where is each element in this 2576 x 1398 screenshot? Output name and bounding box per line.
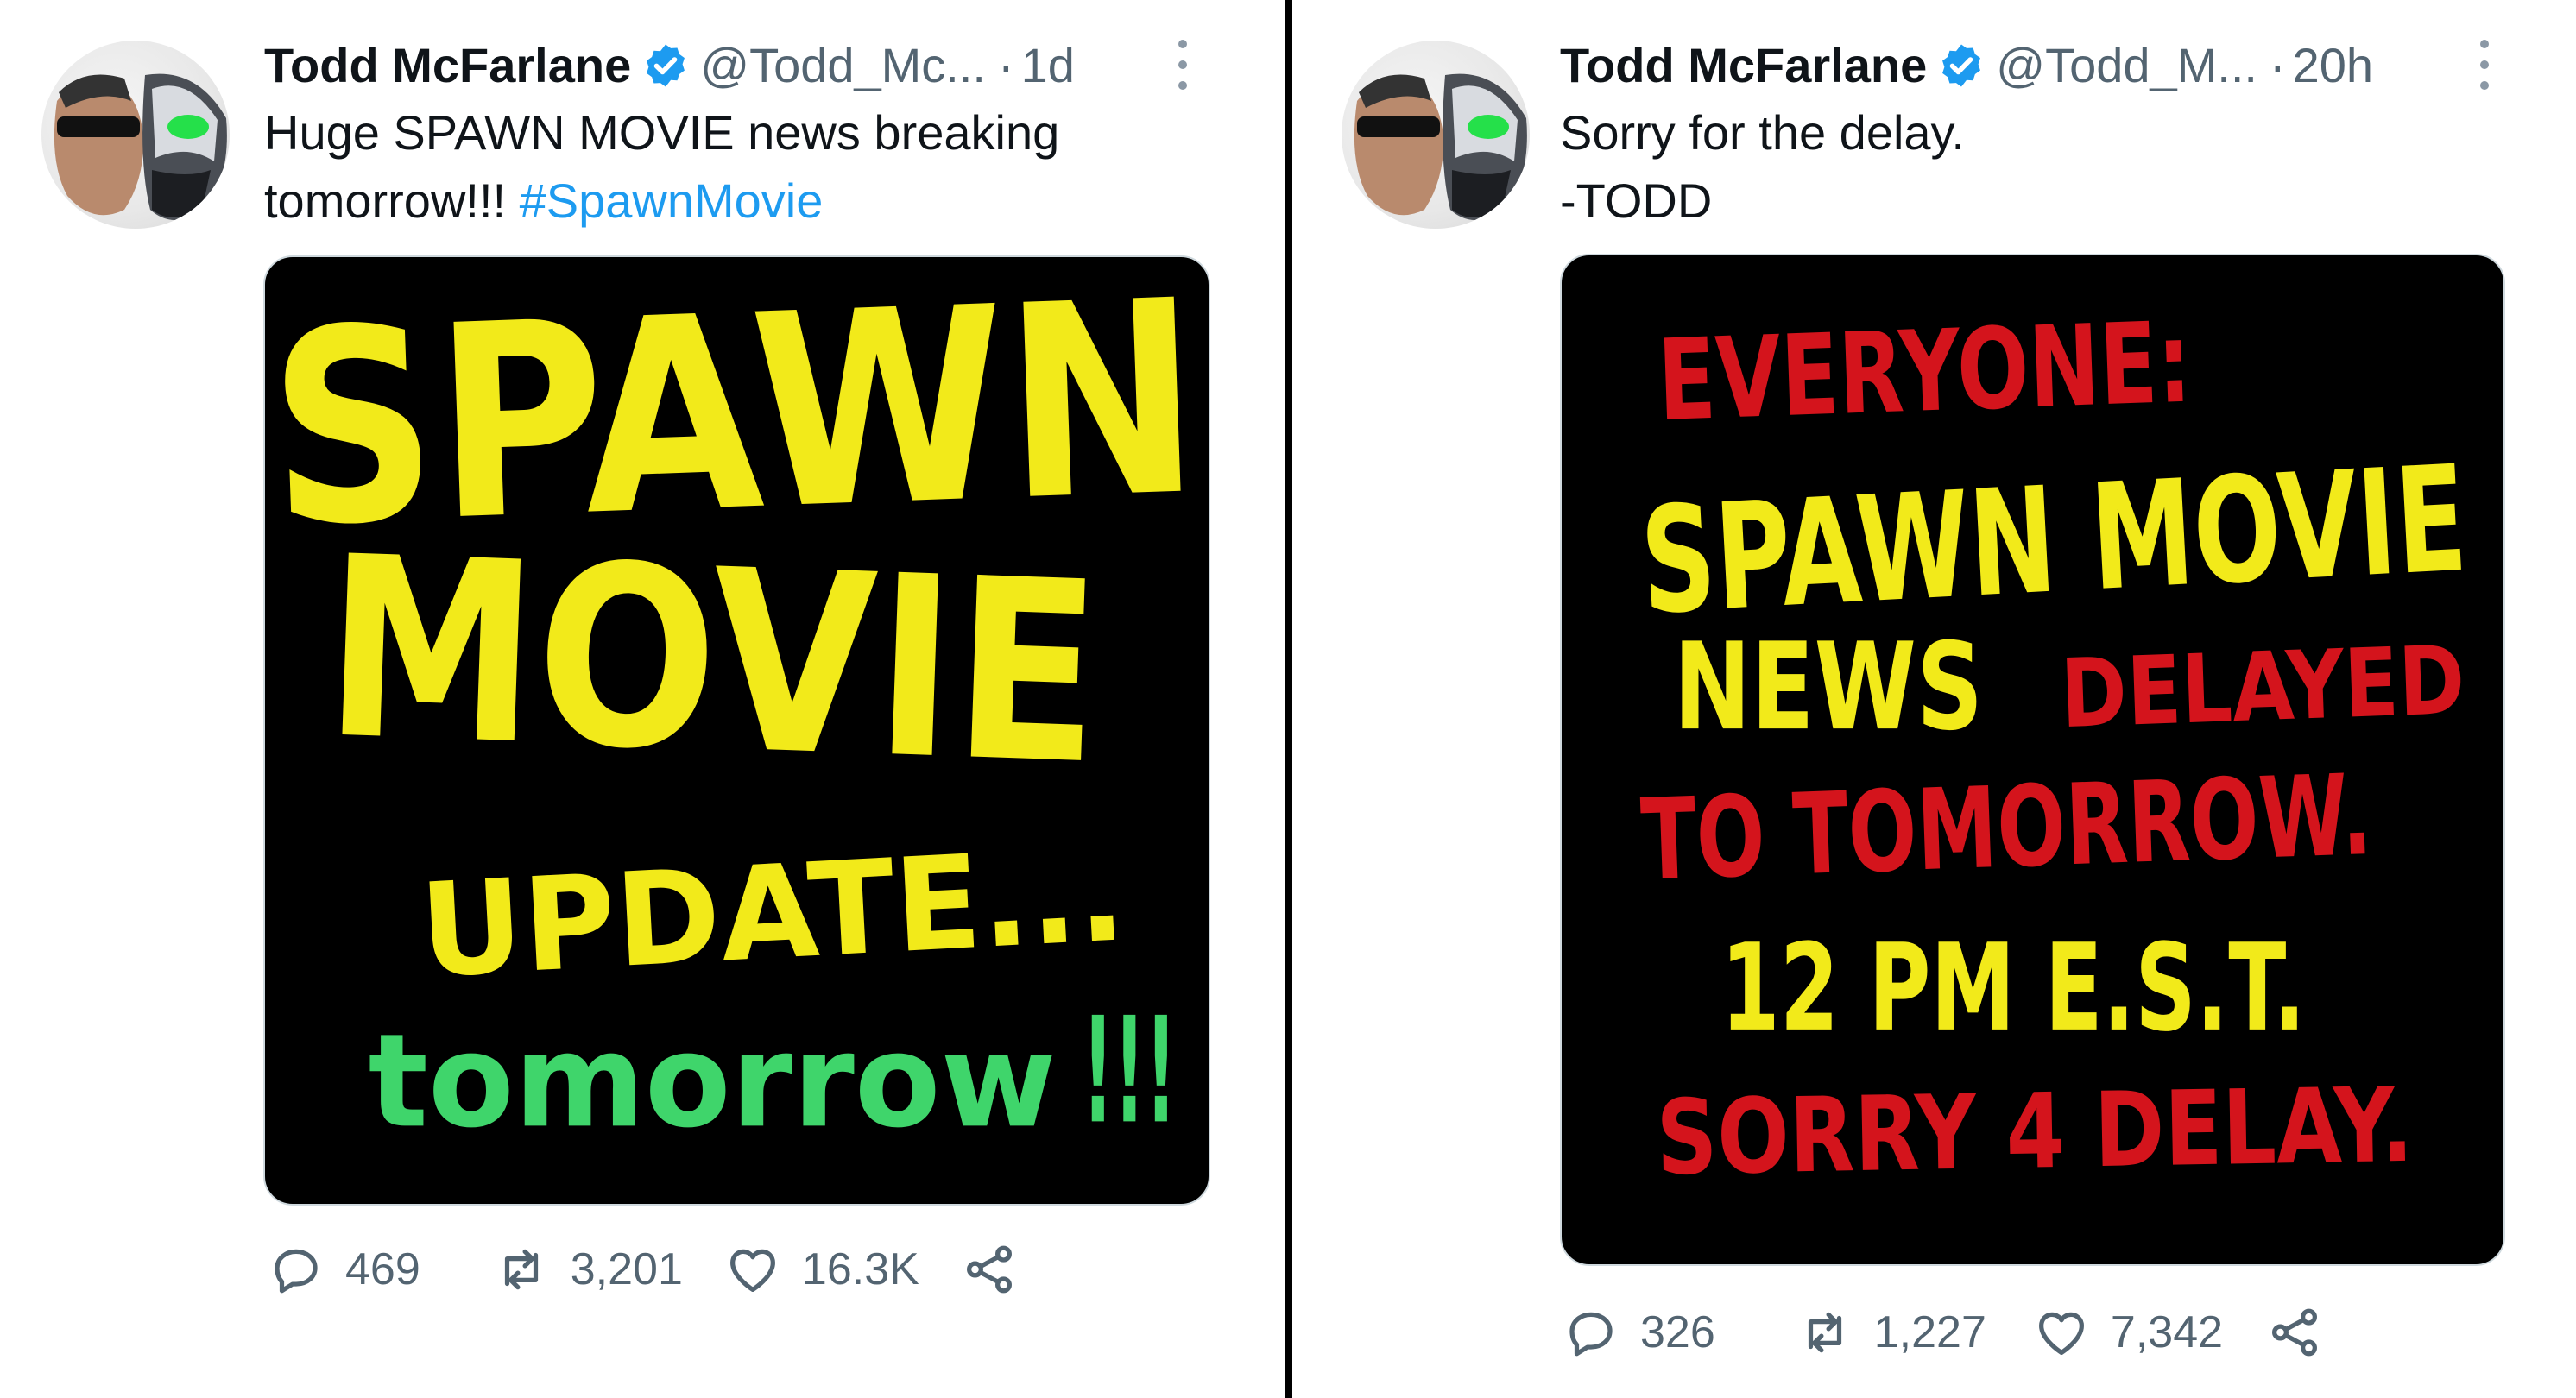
tweet-1[interactable]: Todd McFarlane @Todd_Mc... · 1d Huge SPA… <box>0 0 1285 1398</box>
like-button[interactable]: 7,342 <box>2033 1304 2223 1361</box>
author-name[interactable]: Todd McFarlane <box>264 35 631 97</box>
tweet-text-line: Sorry for the delay. <box>1560 105 1965 160</box>
retweet-icon <box>1808 1312 1841 1353</box>
retweet-icon <box>504 1249 538 1290</box>
tweet-actions: 469 3,201 16.3K <box>268 1241 1018 1298</box>
image-divider <box>1285 0 1292 1398</box>
tweet-image[interactable]: SPAWN MOVIE UPDATE... tomorrow !!! <box>263 255 1210 1206</box>
tweet-header: Todd McFarlane @Todd_M... · 20h <box>1560 35 2373 97</box>
retweet-count: 1,227 <box>1873 1307 1986 1357</box>
more-icon[interactable] <box>2472 35 2497 95</box>
tweet-text-line: -TODD <box>1560 173 1713 228</box>
tweet-text: Sorry for the delay. -TODD <box>1560 98 1965 235</box>
tweet-actions: 326 1,227 7,342 <box>1563 1304 2323 1361</box>
reply-count: 326 <box>1640 1307 1715 1357</box>
reply-icon <box>1569 1312 1613 1357</box>
tweet-image[interactable]: EVERYONE: SPAWN MOVIE NEWS DELAYED TO TO… <box>1560 254 2505 1266</box>
separator-dot: · <box>997 38 1014 92</box>
image-text-exclaim: !!! <box>1083 986 1178 1156</box>
like-icon <box>2038 1312 2084 1355</box>
image-text-update: UPDATE... <box>417 820 1129 1007</box>
image-text-to-tomorrow: TO TOMORROW. <box>1638 750 2374 905</box>
author-name[interactable]: Todd McFarlane <box>1560 35 1927 97</box>
image-text-everyone: EVERYONE: <box>1656 298 2194 446</box>
avatar[interactable] <box>41 41 230 229</box>
tweet-text-line: Huge SPAWN MOVIE news breaking <box>264 105 1060 160</box>
tweet-header: Todd McFarlane @Todd_Mc... · 1d <box>264 35 1075 97</box>
separator-dot: · <box>2269 38 2286 92</box>
author-handle[interactable]: @Todd_Mc... <box>700 35 986 97</box>
image-text-news: NEWS <box>1674 617 1984 757</box>
retweet-count: 3,201 <box>570 1244 683 1294</box>
more-icon[interactable] <box>1170 35 1196 95</box>
image-text-time: 12 PM E.S.T. <box>1720 918 2306 1058</box>
image-text-movie: MOVIE <box>320 503 1104 820</box>
share-icon <box>966 1245 1012 1294</box>
author-handle[interactable]: @Todd_M... <box>1996 35 2257 97</box>
reply-icon <box>275 1249 318 1294</box>
image-text-spawn-movie: SPAWN MOVIE <box>1637 434 2470 647</box>
timestamp[interactable]: 20h <box>2293 35 2373 97</box>
retweet-button[interactable]: 1,227 <box>1796 1304 1986 1361</box>
like-count: 7,342 <box>2110 1307 2224 1357</box>
reply-count: 469 <box>345 1244 420 1294</box>
image-text-sorry: SORRY 4 DELAY. <box>1655 1066 2414 1199</box>
verified-badge-icon <box>641 41 690 90</box>
avatar[interactable] <box>1342 41 1530 229</box>
share-button[interactable] <box>2266 1304 2323 1361</box>
image-text-delayed: DELAYED <box>2059 625 2466 749</box>
timestamp[interactable]: 1d <box>1021 35 1075 97</box>
tweet-text-line: tomorrow!!! <box>264 173 507 228</box>
reply-button[interactable]: 326 <box>1563 1304 1715 1361</box>
like-icon <box>729 1249 775 1292</box>
share-button[interactable] <box>961 1241 1018 1298</box>
tweet-text: Huge SPAWN MOVIE news breaking tomorrow!… <box>264 98 1059 235</box>
like-count: 16.3K <box>801 1244 919 1294</box>
share-icon <box>2272 1308 2318 1357</box>
retweet-button[interactable]: 3,201 <box>493 1241 683 1298</box>
hashtag-link[interactable]: #SpawnMovie <box>520 173 824 228</box>
tweet-2[interactable]: Todd McFarlane @Todd_M... · 20h Sorry fo… <box>1292 0 2576 1398</box>
like-button[interactable]: 16.3K <box>724 1241 919 1298</box>
verified-badge-icon <box>1937 41 1986 90</box>
image-text-tomorrow: tomorrow <box>369 1006 1057 1156</box>
reply-button[interactable]: 469 <box>268 1241 420 1298</box>
